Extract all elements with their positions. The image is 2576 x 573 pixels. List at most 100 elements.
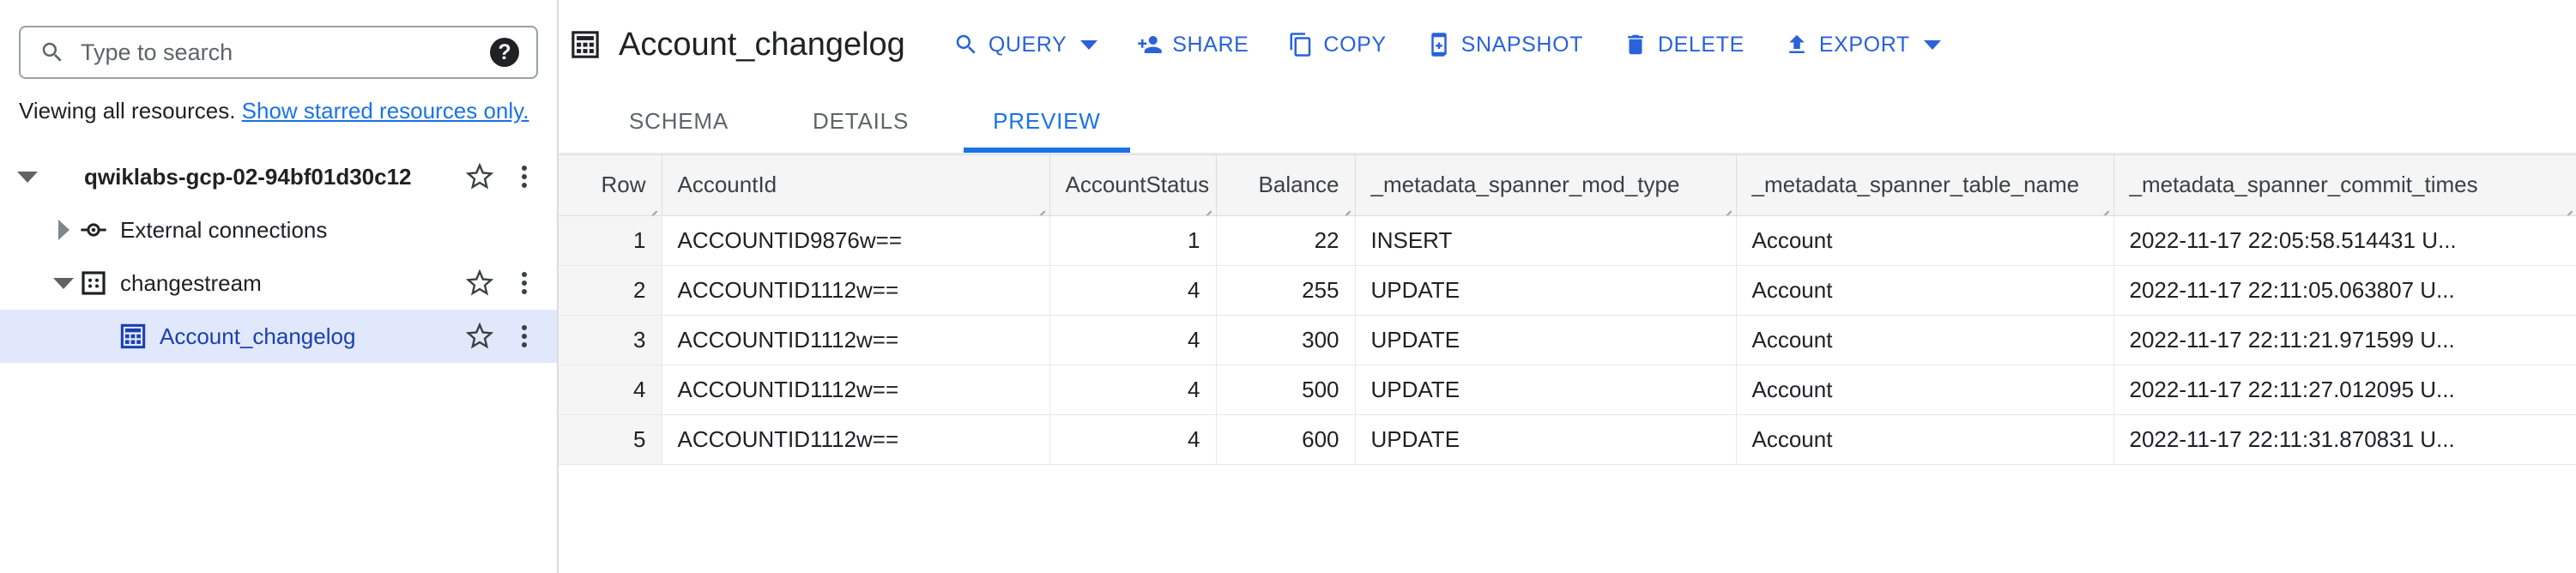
cell-mod: UPDATE — [1355, 265, 1737, 316]
search-icon — [953, 32, 979, 57]
cell-stat: 4 — [1049, 365, 1217, 415]
search-box[interactable]: ? — [19, 26, 538, 79]
cell-bal: 300 — [1216, 315, 1356, 365]
cell-row: 5 — [559, 414, 662, 465]
preview-table-area: Row AccountId AccountStatus Balance _metadat… — [559, 154, 2576, 573]
table-row[interactable]: 3 ACCOUNTID1112w== 4 300 UPDATE Account 2022-1… — [559, 315, 2576, 365]
table-body: 1 ACCOUNTID9876w== 1 22 INSERT Account 2022-11… — [559, 215, 2576, 465]
snapshot-icon — [1426, 32, 1452, 57]
cell-stat: 4 — [1049, 414, 1217, 465]
tree-item-label: External connections — [120, 216, 328, 243]
cell-acct: ACCOUNTID1112w== — [662, 315, 1050, 365]
column-header-tbl[interactable]: _metadata_spanner_table_name — [1736, 155, 2114, 216]
column-header-bal[interactable]: Balance — [1216, 155, 1356, 216]
bigquery-explorer-page: ? Viewing all resources. Show starred re… — [0, 0, 2576, 573]
tree-item-external-connections[interactable]: External connections — [0, 203, 557, 256]
cell-ts: 2022-11-17 22:11:27.012095 U... — [2113, 365, 2576, 415]
cell-tbl: Account — [1736, 414, 2114, 465]
cell-acct: ACCOUNTID9876w== — [662, 215, 1050, 266]
column-header-label: _metadata_spanner_mod_type — [1370, 172, 1680, 198]
cell-tbl: Account — [1736, 315, 2114, 365]
cell-ts: 2022-11-17 22:11:31.870831 U... — [2113, 414, 2576, 465]
cell-mod: INSERT — [1355, 215, 1737, 266]
cell-stat: 1 — [1049, 215, 1217, 266]
column-header-stat[interactable]: AccountStatus — [1049, 155, 1217, 216]
more-options-icon[interactable] — [505, 264, 543, 302]
table-row[interactable]: 5 ACCOUNTID1112w== 4 600 UPDATE Account 2022-1… — [559, 414, 2576, 465]
column-resize-handle[interactable] — [2099, 202, 2111, 214]
button-label: QUERY — [988, 32, 1067, 57]
table-row[interactable]: 1 ACCOUNTID9876w== 1 22 INSERT Account 2022-11… — [559, 215, 2576, 266]
cell-bal: 500 — [1216, 365, 1356, 415]
tree-item-label: changestream — [120, 269, 262, 296]
more-options-icon[interactable] — [505, 317, 543, 355]
column-resize-handle[interactable] — [1340, 202, 1352, 214]
snapshot-button[interactable]: SNAPSHOT — [1426, 32, 1583, 57]
tree-item-qwiklabs-gcp-02-94bf01d30c12[interactable]: qwiklabs-gcp-02-94bf01d30c12 — [0, 150, 557, 203]
caret-placeholder — [88, 321, 118, 352]
page-title: Account_changelog — [619, 26, 905, 63]
table-toolbar: Account_changelog QUERY SHARE COPY SNAPSHOT… — [559, 0, 2576, 89]
cell-stat: 4 — [1049, 315, 1217, 365]
chevron-down-icon[interactable] — [48, 268, 79, 299]
toolbar-actions: QUERY SHARE COPY SNAPSHOT DELETE EXPORT — [953, 32, 1980, 57]
column-header-acct[interactable]: AccountId — [662, 155, 1050, 216]
column-header-ts[interactable]: _metadata_spanner_commit_times — [2113, 155, 2576, 216]
chevron-down-icon[interactable] — [12, 161, 43, 192]
tab-details[interactable]: DETAILS — [783, 89, 938, 153]
column-header-row[interactable]: Row — [559, 155, 662, 216]
resource-tree: qwiklabs-gcp-02-94bf01d30c12 External con… — [0, 150, 557, 364]
tab-schema[interactable]: SCHEMA — [600, 89, 758, 153]
query-button[interactable]: QUERY — [953, 32, 1098, 57]
cell-stat: 4 — [1049, 265, 1217, 316]
column-resize-handle[interactable] — [1201, 202, 1213, 214]
column-header-mod[interactable]: _metadata_spanner_mod_type — [1355, 155, 1737, 216]
tree-item-account-changelog[interactable]: Account_changelog — [0, 310, 557, 364]
tree-item-label: qwiklabs-gcp-02-94bf01d30c12 — [84, 163, 412, 190]
copy-button[interactable]: COPY — [1288, 32, 1386, 57]
button-label: SNAPSHOT — [1460, 32, 1583, 57]
cell-acct: ACCOUNTID1112w== — [662, 265, 1050, 316]
column-resize-handle[interactable] — [647, 202, 659, 214]
chevron-right-icon[interactable] — [48, 214, 79, 245]
cell-bal: 600 — [1216, 414, 1356, 465]
preview-table: Row AccountId AccountStatus Balance _metadat… — [559, 155, 2576, 465]
table-tabs: SCHEMA DETAILS PREVIEW — [559, 89, 2576, 154]
column-resize-handle[interactable] — [1721, 202, 1733, 214]
column-header-label: Balance — [1258, 172, 1339, 198]
cell-acct: ACCOUNTID1112w== — [662, 365, 1050, 415]
help-icon[interactable]: ? — [490, 38, 519, 67]
star-icon[interactable] — [461, 264, 499, 302]
cell-row: 3 — [559, 315, 662, 365]
chevron-down-icon[interactable] — [1080, 39, 1098, 50]
table-row[interactable]: 2 ACCOUNTID1112w== 4 255 UPDATE Account 2022-1… — [559, 265, 2576, 316]
show-starred-resources-link[interactable]: Show starred resources only. — [242, 98, 529, 124]
star-icon[interactable] — [461, 317, 499, 355]
column-resize-handle[interactable] — [2562, 202, 2574, 214]
search-input[interactable] — [81, 39, 490, 66]
tab-preview[interactable]: PREVIEW — [964, 89, 1130, 153]
cell-mod: UPDATE — [1355, 365, 1737, 415]
person-add-icon — [1137, 32, 1163, 57]
export-button[interactable]: EXPORT — [1784, 32, 1941, 57]
no-icon — [43, 162, 72, 191]
delete-button[interactable]: DELETE — [1623, 32, 1745, 57]
tree-item-actions — [461, 317, 543, 355]
chevron-down-icon[interactable] — [1923, 39, 1941, 50]
button-label: COPY — [1323, 32, 1387, 57]
share-button[interactable]: SHARE — [1137, 32, 1249, 57]
tree-item-actions — [461, 264, 543, 302]
table-row[interactable]: 4 ACCOUNTID1112w== 4 500 UPDATE Account 2022-1… — [559, 365, 2576, 415]
tree-item-changestream[interactable]: changestream — [0, 256, 557, 310]
column-header-label: Row — [601, 172, 646, 198]
main-panel: Account_changelog QUERY SHARE COPY SNAPSHOT… — [559, 0, 2576, 573]
cell-ts: 2022-11-17 22:11:05.063807 U... — [2113, 265, 2576, 316]
export-icon — [1784, 32, 1810, 57]
dataset-icon — [79, 268, 108, 298]
star-icon[interactable] — [461, 158, 499, 196]
cell-bal: 255 — [1216, 265, 1356, 316]
more-options-icon[interactable] — [505, 158, 543, 196]
viewing-resources-note: Viewing all resources. Show starred reso… — [19, 96, 538, 126]
column-resize-handle[interactable] — [1035, 202, 1047, 214]
table-icon — [571, 30, 600, 59]
